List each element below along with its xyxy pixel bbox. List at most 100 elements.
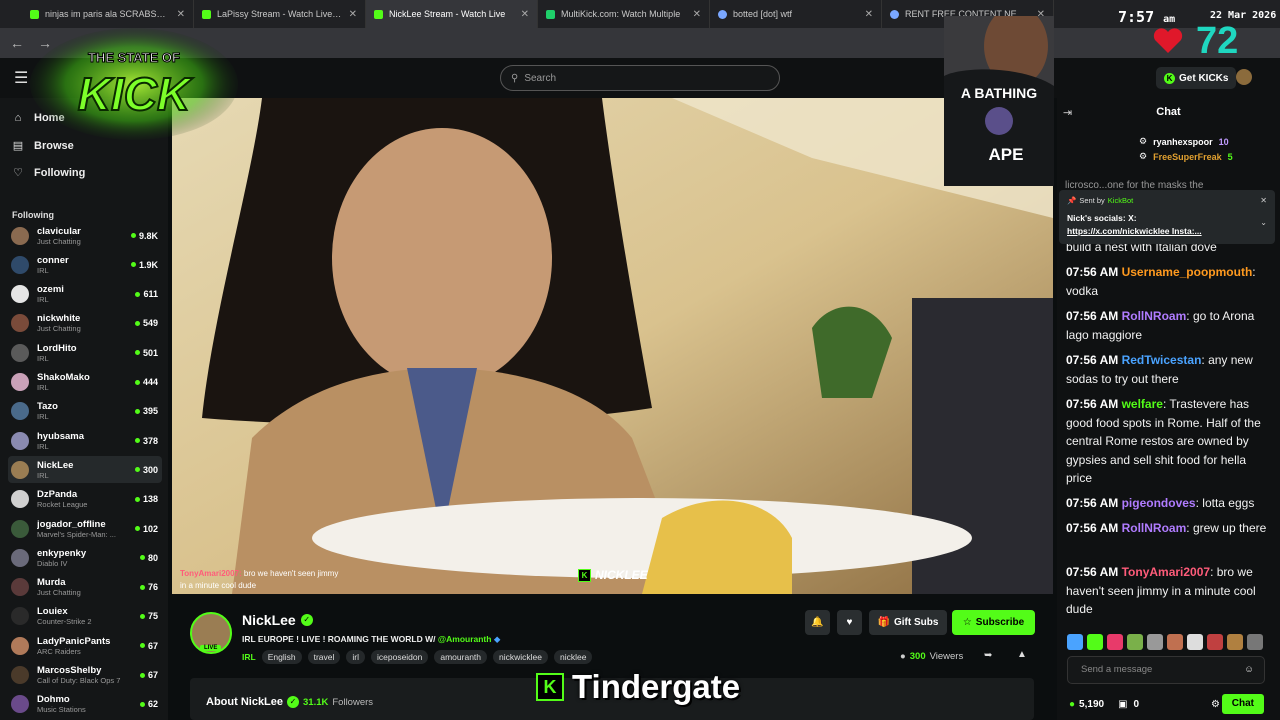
subscribe-button[interactable]: ☆ Subscribe bbox=[952, 610, 1035, 635]
sidebar-channel-murda[interactable]: Murda Just Chatting 76 bbox=[8, 574, 162, 601]
channel-name: nickwhite bbox=[37, 313, 81, 325]
user-avatar[interactable] bbox=[1236, 69, 1252, 85]
menu-icon[interactable]: ☰ bbox=[14, 68, 28, 88]
emote-icon[interactable] bbox=[1147, 634, 1163, 650]
tag-iceposeidon[interactable]: iceposeidon bbox=[371, 650, 429, 664]
sidebar-channel-marcosshelby[interactable]: MarcosShelby Call of Duty: Black Ops 7 67 bbox=[8, 662, 162, 689]
back-icon[interactable]: ← bbox=[10, 35, 24, 51]
chat-message: 07:56 AM RollNRoam: go to Arona lago mag… bbox=[1066, 309, 1255, 342]
search-input[interactable]: ⚲ Search bbox=[500, 65, 780, 91]
chat-username[interactable]: RollNRoam bbox=[1122, 521, 1187, 535]
emote-icon[interactable] bbox=[1167, 634, 1183, 650]
close-tab-icon[interactable]: ✕ bbox=[349, 9, 357, 20]
channel-category: ARC Raiders bbox=[37, 646, 81, 656]
emote-icon[interactable] bbox=[1227, 634, 1243, 650]
sidebar-channel-dohmo[interactable]: Dohmo Music Stations 62 bbox=[8, 691, 162, 718]
follow-button[interactable]: ♥ bbox=[837, 610, 862, 635]
category-link[interactable]: IRL bbox=[242, 652, 256, 662]
sidebar-channel-enkypenky[interactable]: enkypenky Diablo IV 80 bbox=[8, 544, 162, 571]
browser-tab[interactable]: MultiKick.com: Watch Multiple ✕ bbox=[538, 0, 710, 28]
sidebar-channel-hyubsama[interactable]: hyubsama IRL 378 bbox=[8, 427, 162, 454]
sidebar-channel-louiex[interactable]: Louiex Counter-Strike 2 75 bbox=[8, 603, 162, 630]
chat-send-button[interactable]: Chat bbox=[1221, 694, 1264, 714]
chat-text: vodka bbox=[1066, 283, 1099, 298]
emote-icon[interactable] bbox=[1187, 634, 1203, 650]
emote-icon[interactable] bbox=[1067, 634, 1083, 650]
gift-subs-button[interactable]: 🎁 Gift Subs bbox=[869, 610, 947, 635]
sidebar-channel-ozemi[interactable]: ozemi IRL 611 bbox=[8, 281, 162, 308]
channel-category: Marvel's Spider-Man: ... bbox=[37, 529, 116, 539]
channel-category: Counter-Strike 2 bbox=[37, 617, 92, 627]
chat-message: 07:56 AM RedTwicestan: any new sodas to … bbox=[1066, 353, 1253, 386]
notify-button[interactable]: 🔔 bbox=[805, 610, 830, 635]
chat-username[interactable]: welfare bbox=[1122, 397, 1163, 411]
emoji-icon[interactable]: ☺ bbox=[1244, 657, 1254, 683]
tag-travel[interactable]: travel bbox=[307, 650, 341, 664]
chat-username[interactable]: Username_poopmouth bbox=[1122, 265, 1253, 279]
chat-input[interactable]: Send a message ☺ bbox=[1067, 656, 1265, 684]
close-tab-icon[interactable]: ✕ bbox=[693, 9, 701, 20]
bottom-caption: K Tindergate bbox=[536, 668, 740, 706]
tag-nicklee[interactable]: nicklee bbox=[554, 650, 593, 664]
emote-icon[interactable] bbox=[1127, 634, 1143, 650]
close-tab-icon[interactable]: ✕ bbox=[521, 9, 529, 20]
tag-english[interactable]: English bbox=[261, 650, 302, 664]
chat-timestamp: 07:56 AM bbox=[1066, 496, 1119, 510]
pinned-message[interactable]: 📌 Sent by KickBot ✕ ⌄ Nick's socials: X:… bbox=[1059, 190, 1275, 244]
get-kicks-button[interactable]: K Get KICKs bbox=[1156, 67, 1237, 89]
browser-tab[interactable]: botted [dot] wtf ✕ bbox=[710, 0, 882, 28]
get-kicks-label: Get KICKs bbox=[1179, 72, 1229, 84]
live-dot-icon bbox=[139, 555, 145, 561]
channel-name: Dohmo bbox=[37, 694, 70, 706]
chat-username[interactable]: RedTwicestan bbox=[1122, 353, 1202, 367]
channel-avatar bbox=[11, 578, 29, 597]
following-header: Following bbox=[12, 210, 54, 220]
close-tab-icon[interactable]: ✕ bbox=[177, 9, 185, 20]
channel-avatar bbox=[11, 460, 29, 479]
tag-nickwicklee[interactable]: nickwicklee bbox=[493, 650, 549, 664]
channel-name: DzPanda bbox=[37, 489, 78, 501]
sidebar-channel-shakomako[interactable]: ShakoMako IRL 444 bbox=[8, 369, 162, 396]
close-tab-icon[interactable]: ✕ bbox=[865, 9, 873, 20]
chat-message: 07:56 AM pigeondoves: lotta eggs bbox=[1066, 496, 1255, 510]
share-icon[interactable]: ➥ bbox=[984, 650, 992, 661]
channel-category: IRL bbox=[37, 412, 49, 422]
sidebar-channel-jogador_offline[interactable]: jogador_offline Marvel's Spider-Man: ... 1… bbox=[8, 515, 162, 542]
sidebar-channel-lordhito[interactable]: LordHito IRL 501 bbox=[8, 339, 162, 366]
unpin-icon[interactable]: ✕ bbox=[1260, 196, 1267, 205]
report-icon[interactable]: ▲ bbox=[1017, 649, 1027, 660]
verified-icon: ✓ bbox=[300, 614, 313, 626]
streamer-name[interactable]: NickLee ✓ bbox=[242, 612, 313, 628]
tag-irl[interactable]: irl bbox=[346, 650, 365, 664]
nav-following[interactable]: ♡ Following bbox=[12, 166, 85, 180]
chat-username[interactable]: RollNRoam bbox=[1122, 309, 1187, 323]
emote-icon[interactable] bbox=[1247, 634, 1263, 650]
sidebar-channel-clavicular[interactable]: clavicular Just Chatting 9.8K bbox=[8, 222, 162, 249]
chat-username[interactable]: TonyAmari2007 bbox=[1122, 565, 1210, 579]
chevron-down-icon[interactable]: ⌄ bbox=[1260, 218, 1267, 227]
emote-icon[interactable] bbox=[1207, 634, 1223, 650]
video-player[interactable]: TonyAmari2007: bro we haven't seen jimmy… bbox=[172, 98, 1053, 594]
channel-avatar bbox=[11, 402, 29, 421]
sidebar-channel-nickwhite[interactable]: nickwhite Just Chatting 549 bbox=[8, 310, 162, 337]
points-count[interactable]: 5,190 bbox=[1079, 699, 1104, 710]
chat-text: grew up there bbox=[1192, 521, 1267, 535]
sidebar-channel-ladypanicpants[interactable]: LadyPanicPants ARC Raiders 67 bbox=[8, 632, 162, 659]
tab-title: LaPissy Stream - Watch Live on bbox=[217, 9, 343, 19]
live-dot-icon bbox=[134, 408, 140, 414]
emote-bar bbox=[1067, 634, 1263, 650]
sidebar-channel-dzpanda[interactable]: DzPanda Rocket League 138 bbox=[8, 486, 162, 513]
tag-amouranth[interactable]: amouranth bbox=[434, 650, 488, 664]
sidebar-channel-nicklee[interactable]: NickLee IRL 300 bbox=[8, 456, 162, 484]
tab-title: NickLee Stream - Watch Live bbox=[389, 9, 506, 19]
drops-count[interactable]: 0 bbox=[1134, 699, 1140, 710]
mention-link[interactable]: @Amouranth bbox=[438, 634, 492, 644]
sidebar-channel-conner[interactable]: conner IRL 1.9K bbox=[8, 251, 162, 278]
emote-icon[interactable] bbox=[1107, 634, 1123, 650]
emote-icon[interactable] bbox=[1087, 634, 1103, 650]
sidebar-channel-tazo[interactable]: Tazo IRL 395 bbox=[8, 398, 162, 425]
chat-username[interactable]: pigeondoves bbox=[1122, 496, 1196, 510]
settings-icon[interactable]: ⚙ bbox=[1211, 699, 1220, 710]
browser-tab[interactable]: NickLee Stream - Watch Live ✕ bbox=[366, 0, 538, 28]
gift-subs-label: Gift Subs bbox=[894, 617, 939, 628]
